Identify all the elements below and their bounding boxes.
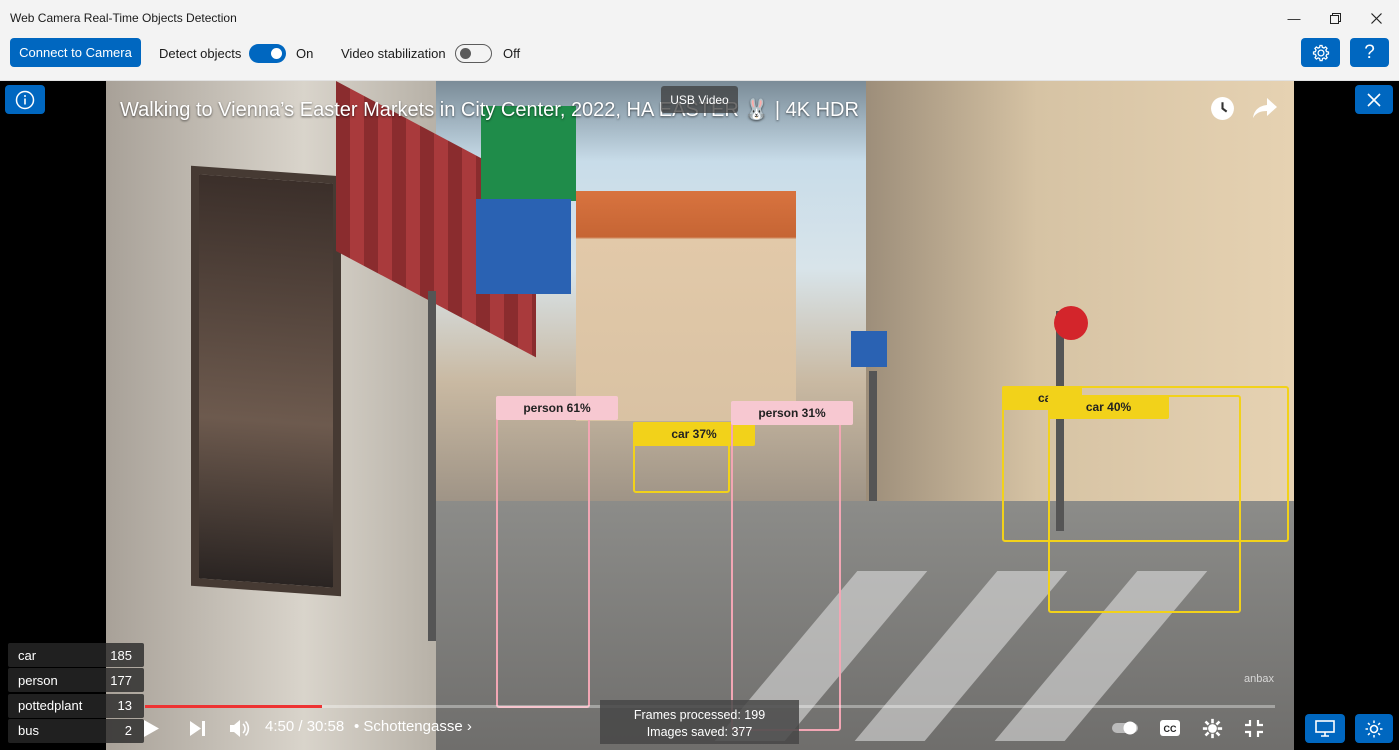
shop-window	[191, 165, 341, 597]
restore-button[interactable]	[1315, 0, 1355, 36]
sign-pole	[428, 291, 436, 641]
volume-icon[interactable]	[229, 719, 250, 738]
detection-label: person 61%	[496, 396, 618, 420]
count-value: 177	[110, 672, 132, 688]
detection-label: person 31%	[731, 401, 853, 425]
crosswalk-sign	[476, 199, 571, 294]
count-value: 185	[110, 647, 132, 663]
detection-label: car 40%	[1048, 395, 1169, 419]
video-stabilization-label: Video stabilization	[341, 46, 446, 61]
count-row: pottedplant 13	[8, 693, 144, 718]
count-row: car 185	[8, 643, 144, 667]
progress-fill	[145, 705, 323, 708]
close-video-button[interactable]	[1355, 85, 1393, 114]
title-bar: Web Camera Real-Time Objects Detection —	[0, 0, 1399, 36]
close-icon	[1370, 12, 1382, 24]
images-saved: Images saved: 377	[646, 725, 753, 739]
detection-box-car	[1048, 395, 1241, 613]
detect-objects-label: Detect objects	[159, 46, 242, 61]
detect-objects-toggle[interactable]	[249, 44, 286, 63]
player-settings-icon[interactable]	[1202, 718, 1223, 739]
next-icon[interactable]	[189, 720, 207, 737]
watermark: anbax	[1244, 673, 1274, 685]
count-row: person 177	[8, 668, 144, 693]
count-name: bus	[18, 723, 39, 739]
question-icon: ?	[1364, 41, 1375, 63]
info-button[interactable]	[5, 85, 45, 114]
chapter-link[interactable]: • Schottengasse ›	[354, 718, 472, 735]
count-value: 13	[117, 698, 132, 714]
video-stabilization-toggle[interactable]	[455, 44, 492, 63]
display-button[interactable]	[1305, 714, 1345, 743]
info-icon	[15, 90, 35, 109]
source-badge: USB Video	[661, 86, 738, 113]
no-entry-sign	[1054, 306, 1088, 340]
settings-button[interactable]	[1301, 38, 1340, 67]
toolbar: Connect to Camera Detect objects On Vide…	[0, 36, 1399, 81]
detect-objects-state: On	[296, 46, 314, 61]
toggle-knob	[271, 48, 282, 59]
building-center	[576, 191, 796, 421]
crosswalk-sign	[851, 331, 887, 367]
close-icon	[1367, 92, 1381, 107]
exit-fullscreen-icon[interactable]	[1244, 719, 1264, 738]
count-name: person	[18, 672, 58, 688]
brightness-icon	[1365, 720, 1383, 737]
minimize-button[interactable]: —	[1274, 0, 1314, 36]
count-row: bus 2	[8, 718, 144, 743]
autoplay-toggle-icon[interactable]	[1111, 720, 1139, 736]
playback-time: 4:50 / 30:58	[265, 718, 345, 735]
stats-panel: Frames processed: 199 Images saved: 377	[600, 700, 799, 744]
toggle-knob	[460, 48, 471, 59]
svg-text:CC: CC	[1164, 724, 1177, 734]
restore-icon	[1329, 12, 1341, 24]
count-name: car	[18, 647, 37, 663]
count-name: pottedplant	[18, 698, 83, 714]
gear-icon	[1312, 44, 1329, 61]
share-icon[interactable]	[1252, 97, 1278, 119]
minimize-icon: —	[1287, 10, 1301, 26]
object-counts-panel: car 185 person 177 pottedplant 13 bus 2	[8, 643, 144, 744]
window-title: Web Camera Real-Time Objects Detection	[10, 11, 237, 25]
connect-camera-button[interactable]: Connect to Camera	[10, 38, 141, 67]
count-value: 2	[124, 723, 132, 739]
video-title: Walking to Vienna’s Easter Markets in Ci…	[120, 99, 859, 121]
help-button[interactable]: ?	[1350, 38, 1389, 67]
watch-later-icon[interactable]	[1210, 96, 1235, 121]
brightness-button[interactable]	[1355, 714, 1393, 743]
close-window-button[interactable]	[1356, 0, 1396, 36]
video-stabilization-state: Off	[503, 46, 521, 61]
captions-icon[interactable]: CC	[1159, 719, 1181, 737]
play-icon[interactable]	[143, 719, 160, 738]
monitor-icon	[1315, 720, 1335, 737]
frames-processed: Frames processed: 199	[633, 708, 766, 722]
detection-box-person	[731, 403, 841, 731]
sign-pole	[869, 371, 877, 501]
detection-box-person	[496, 402, 590, 708]
